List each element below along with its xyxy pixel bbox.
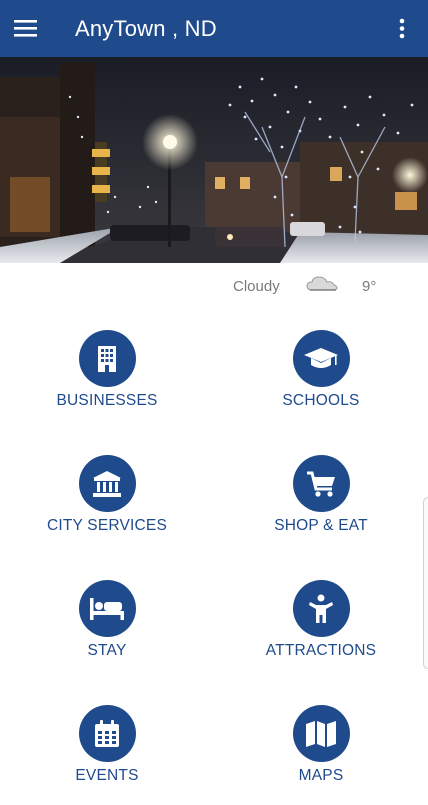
person-icon [292,580,350,637]
tile-label: CITY SERVICES [46,517,168,534]
weather-condition: Cloudy [233,278,280,295]
weather-bar: Cloudy 9° [0,270,428,306]
tile-label: BUSINESSES [56,392,158,409]
tile-events[interactable]: EVENTS [17,705,197,805]
bed-icon [78,580,136,637]
tile-shop-eat[interactable]: SHOP & EAT [231,455,411,555]
tile-label: SCHOOLS [282,392,360,409]
tile-label: STAY [87,642,127,659]
cloud-icon [304,272,340,301]
tile-label: ATTRACTIONS [265,642,377,659]
government-building-icon [78,455,136,512]
more-vert-icon[interactable] [390,14,414,44]
tile-maps[interactable]: MAPS [231,705,411,805]
edge-panel-handle[interactable] [423,497,428,669]
tile-label: SHOP & EAT [274,517,368,534]
tile-label: MAPS [298,767,344,784]
tile-attractions[interactable]: ATTRACTIONS [231,580,411,680]
map-icon [292,705,350,762]
hero-image [0,57,428,263]
weather-temperature: 9° [362,278,377,295]
building-icon [78,330,136,387]
shopping-cart-icon [292,455,350,512]
app-bar: AnyTown , ND [0,0,428,57]
tile-city-services[interactable]: CITY SERVICES [17,455,197,555]
tile-stay[interactable]: STAY [17,580,197,680]
tile-businesses[interactable]: BUSINESSES [17,330,197,430]
hamburger-menu-icon[interactable] [14,14,50,44]
calendar-icon [78,705,136,762]
tile-label: EVENTS [75,767,139,784]
tile-schools[interactable]: SCHOOLS [231,330,411,430]
graduation-cap-icon [292,330,350,387]
app-title: AnyTown , ND [75,16,217,41]
